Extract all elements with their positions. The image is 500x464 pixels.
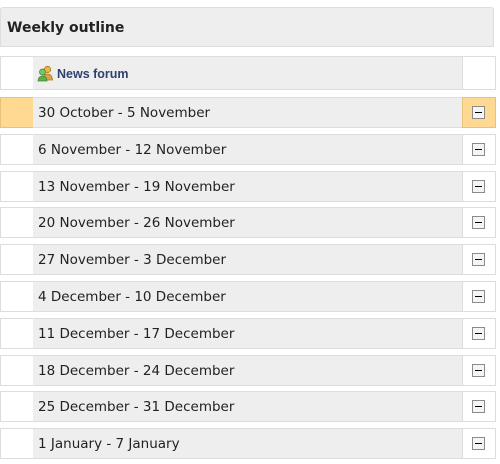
week-right-cell bbox=[462, 355, 496, 386]
week-right-cell bbox=[462, 318, 496, 349]
week-right-cell bbox=[462, 171, 496, 202]
collapse-week-icon[interactable] bbox=[472, 143, 485, 156]
current-week-marker bbox=[0, 97, 34, 128]
week-content: 20 November - 26 November bbox=[33, 207, 463, 238]
week-row: 6 November - 12 November bbox=[0, 134, 496, 165]
week-content: 4 December - 10 December bbox=[33, 281, 463, 312]
collapse-week-icon[interactable] bbox=[472, 216, 485, 229]
week-left-cell bbox=[0, 318, 34, 349]
week-right-cell bbox=[462, 134, 496, 165]
week-label: 27 November - 3 December bbox=[38, 252, 227, 268]
week-row: 25 December - 31 December bbox=[0, 391, 496, 422]
outline-title: Weekly outline bbox=[7, 20, 125, 36]
week-content: 13 November - 19 November bbox=[33, 171, 463, 202]
week-content: 25 December - 31 December bbox=[33, 391, 463, 422]
week-right-cell bbox=[462, 428, 496, 459]
collapse-week-icon[interactable] bbox=[472, 400, 485, 413]
week-row: 13 November - 19 November bbox=[0, 171, 496, 202]
collapse-week-icon[interactable] bbox=[472, 106, 485, 119]
week-content: 1 January - 7 January bbox=[33, 428, 463, 459]
week-row: 4 December - 10 December bbox=[0, 281, 496, 312]
week-label: 18 December - 24 December bbox=[38, 363, 235, 379]
week-label: 1 January - 7 January bbox=[38, 436, 180, 452]
week-label: 30 October - 5 November bbox=[38, 105, 211, 121]
week-label: 25 December - 31 December bbox=[38, 399, 235, 415]
week-content: 11 December - 17 December bbox=[33, 318, 463, 349]
week-right-cell bbox=[462, 244, 496, 275]
collapse-week-icon[interactable] bbox=[472, 437, 485, 450]
section-left-cell bbox=[0, 56, 34, 90]
week-left-cell bbox=[0, 207, 34, 238]
week-right-cell bbox=[462, 391, 496, 422]
collapse-week-icon[interactable] bbox=[472, 364, 485, 377]
week-content: 18 December - 24 December bbox=[33, 355, 463, 386]
week-row: 20 November - 26 November bbox=[0, 207, 496, 238]
forum-icon bbox=[37, 65, 54, 82]
news-forum-link[interactable]: News forum bbox=[37, 65, 129, 82]
week-row: 1 January - 7 January bbox=[0, 428, 496, 459]
week-label: 4 December - 10 December bbox=[38, 289, 226, 305]
news-forum-section: News forum bbox=[0, 56, 496, 90]
collapse-week-icon[interactable] bbox=[472, 180, 485, 193]
week-content: 6 November - 12 November bbox=[33, 134, 463, 165]
week-content: 27 November - 3 December bbox=[33, 244, 463, 275]
week-row: 27 November - 3 December bbox=[0, 244, 496, 275]
weekly-outline-header: Weekly outline bbox=[0, 7, 494, 47]
week-left-cell bbox=[0, 428, 34, 459]
week-label: 20 November - 26 November bbox=[38, 215, 235, 231]
collapse-week-icon[interactable] bbox=[472, 327, 485, 340]
section-right-cell bbox=[462, 56, 496, 90]
week-row: 18 December - 24 December bbox=[0, 355, 496, 386]
week-left-cell bbox=[0, 134, 34, 165]
week-left-cell bbox=[0, 355, 34, 386]
week-left-cell bbox=[0, 281, 34, 312]
section-content: News forum bbox=[33, 56, 463, 90]
week-row: 11 December - 17 December bbox=[0, 318, 496, 349]
week-row: 30 October - 5 November bbox=[0, 97, 496, 128]
week-right-cell bbox=[462, 281, 496, 312]
week-right-cell bbox=[462, 207, 496, 238]
week-label: 13 November - 19 November bbox=[38, 179, 235, 195]
week-left-cell bbox=[0, 391, 34, 422]
week-content: 30 October - 5 November bbox=[33, 97, 463, 128]
week-left-cell bbox=[0, 244, 34, 275]
collapse-week-icon[interactable] bbox=[472, 290, 485, 303]
week-label: 11 December - 17 December bbox=[38, 326, 235, 342]
week-right-cell bbox=[462, 97, 496, 128]
news-forum-label: News forum bbox=[57, 66, 129, 81]
collapse-week-icon[interactable] bbox=[472, 253, 485, 266]
week-label: 6 November - 12 November bbox=[38, 142, 227, 158]
week-left-cell bbox=[0, 171, 34, 202]
